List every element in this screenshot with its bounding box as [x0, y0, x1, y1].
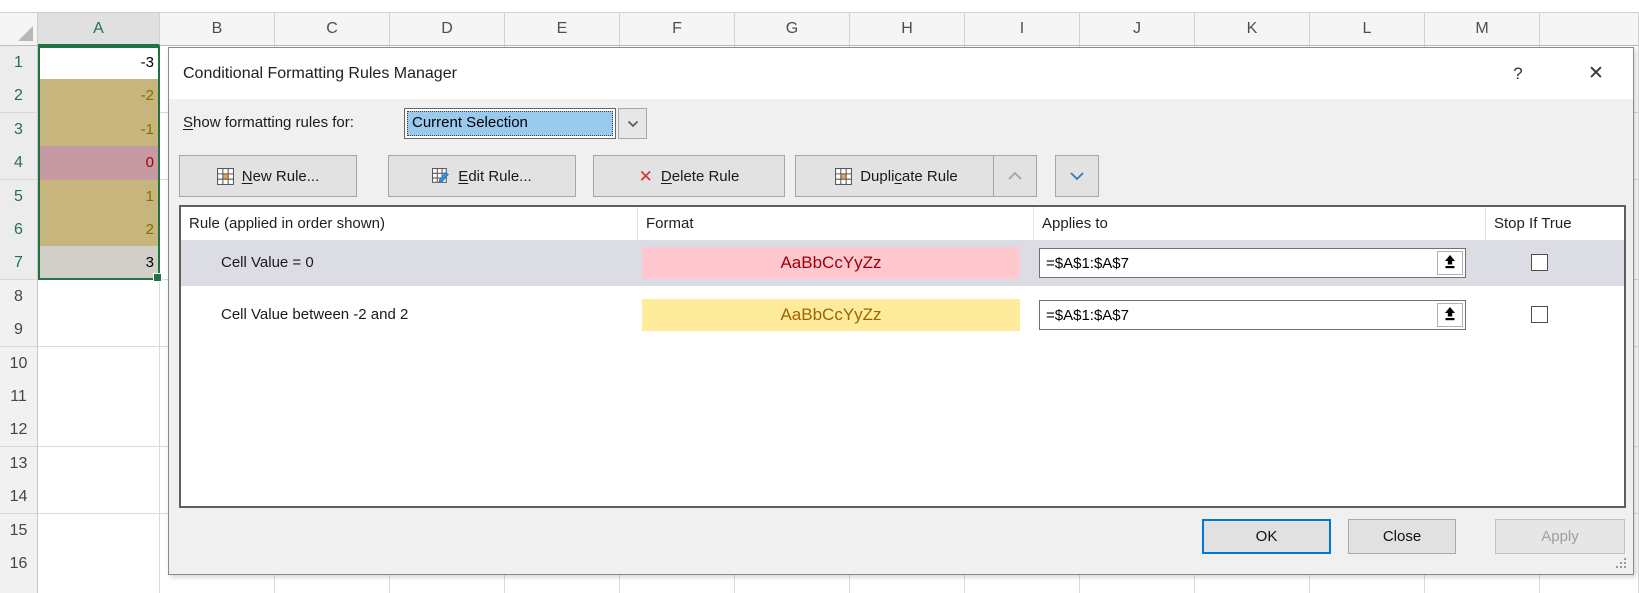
- cell-A9[interactable]: [38, 313, 160, 347]
- cell-A13[interactable]: [38, 447, 160, 481]
- row-header-2[interactable]: 2: [0, 79, 38, 113]
- rule-name: Cell Value between -2 and 2: [221, 292, 408, 338]
- row-header-13[interactable]: 13: [0, 447, 38, 481]
- row-header-3[interactable]: 3: [0, 113, 38, 147]
- applies-to-input[interactable]: [1039, 300, 1466, 330]
- cell-A10[interactable]: [38, 347, 160, 381]
- rules-list: Rule (applied in order shown) Format App…: [179, 205, 1626, 508]
- cell-A7[interactable]: 3: [38, 246, 160, 280]
- cell-A15[interactable]: [38, 514, 160, 548]
- range-selector-button[interactable]: [1437, 251, 1463, 275]
- row-header-9[interactable]: 9: [0, 313, 38, 347]
- header-rule: Rule (applied in order shown): [181, 207, 637, 240]
- cell-B[interactable]: [160, 580, 275, 593]
- cell-A6[interactable]: 2: [38, 213, 160, 247]
- cell-M[interactable]: [1425, 580, 1540, 593]
- delete-rule-button[interactable]: ✕ Delete Rule: [593, 155, 785, 197]
- range-selector-button[interactable]: [1437, 303, 1463, 327]
- cell-A2[interactable]: -2: [38, 79, 160, 113]
- row-header-4[interactable]: 4: [0, 146, 38, 180]
- cell-A3[interactable]: -1: [38, 113, 160, 147]
- cell-N[interactable]: [1540, 580, 1639, 593]
- dropdown-chevron-button[interactable]: [618, 108, 647, 139]
- help-icon[interactable]: ?: [1507, 48, 1529, 99]
- close-icon[interactable]: ✕: [1583, 48, 1609, 99]
- cell-G[interactable]: [735, 580, 850, 593]
- row-header-11[interactable]: 11: [0, 380, 38, 414]
- rules-list-header: Rule (applied in order shown) Format App…: [181, 207, 1624, 241]
- cell-L[interactable]: [1310, 580, 1425, 593]
- cell-A5[interactable]: 1: [38, 180, 160, 214]
- table-grid-icon: [217, 168, 234, 185]
- collapse-dialog-arrow-icon: [1443, 254, 1457, 272]
- rule-row-cell-value-0[interactable]: Cell Value = 0 AaBbCcYyZz: [181, 240, 1624, 286]
- cell-K[interactable]: [1195, 580, 1310, 593]
- excel-window: ABCDEFGHIJKLM 1-32-23-140516273891011121…: [0, 0, 1639, 593]
- show-rules-dropdown[interactable]: Current Selection: [404, 108, 616, 139]
- red-x-icon: ✕: [639, 168, 653, 185]
- row-header-5[interactable]: 5: [0, 180, 38, 214]
- row-header-15[interactable]: 15: [0, 514, 38, 548]
- applies-to-field: [1039, 248, 1466, 278]
- row-header-1[interactable]: 1: [0, 46, 38, 80]
- cell-F[interactable]: [620, 580, 735, 593]
- new-rule-button[interactable]: New Rule...: [179, 155, 357, 197]
- header-format: Format: [637, 207, 1033, 240]
- apply-button[interactable]: Apply: [1495, 519, 1625, 554]
- cell-H[interactable]: [850, 580, 965, 593]
- cell-E[interactable]: [505, 580, 620, 593]
- row-header-16[interactable]: 16: [0, 547, 38, 581]
- applies-to-field: [1039, 300, 1466, 330]
- close-button[interactable]: Close: [1348, 519, 1456, 554]
- cell-D[interactable]: [390, 580, 505, 593]
- dialog-titlebar: Conditional Formatting Rules Manager ? ✕: [169, 48, 1633, 99]
- cell-A14[interactable]: [38, 480, 160, 514]
- row-header-8[interactable]: 8: [0, 280, 38, 314]
- dropdown-selected-value: Current Selection: [407, 111, 613, 136]
- stop-if-true-checkbox[interactable]: [1531, 254, 1548, 271]
- move-rule-down-button[interactable]: [1055, 155, 1099, 197]
- chevron-down-icon: [1069, 171, 1085, 181]
- resize-grip[interactable]: [1614, 556, 1626, 568]
- row-header-12[interactable]: 12: [0, 413, 38, 447]
- row-header-partial[interactable]: [0, 580, 38, 593]
- cell-C[interactable]: [275, 580, 390, 593]
- rules-toolbar: New Rule... Edit Rule... ✕ Delete Rule D…: [169, 155, 1633, 197]
- row-header-14[interactable]: 14: [0, 480, 38, 514]
- cell-A4[interactable]: 0: [38, 146, 160, 180]
- header-stop-if-true: Stop If True: [1485, 207, 1624, 240]
- dialog-title: Conditional Formatting Rules Manager: [183, 48, 457, 99]
- header-applies-to: Applies to: [1033, 207, 1485, 240]
- rule-name: Cell Value = 0: [221, 240, 314, 286]
- applies-to-input[interactable]: [1039, 248, 1466, 278]
- cell-A16[interactable]: [38, 547, 160, 581]
- duplicate-rule-button[interactable]: Duplicate Rule: [795, 155, 998, 197]
- cell-A1[interactable]: -3: [38, 46, 160, 80]
- cell-A8[interactable]: [38, 280, 160, 314]
- show-rules-label: Show formatting rules for:: [183, 114, 354, 131]
- row-header-10[interactable]: 10: [0, 347, 38, 381]
- rule-row-cell-value-between[interactable]: Cell Value between -2 and 2 AaBbCcYyZz: [181, 292, 1624, 338]
- edit-rule-button[interactable]: Edit Rule...: [388, 155, 576, 197]
- chevron-up-icon: [1007, 171, 1023, 181]
- cell-I[interactable]: [965, 580, 1080, 593]
- cell-A12[interactable]: [38, 413, 160, 447]
- row-header-7[interactable]: 7: [0, 246, 38, 280]
- collapse-dialog-arrow-icon: [1443, 306, 1457, 324]
- format-preview: AaBbCcYyZz: [642, 299, 1020, 331]
- chevron-down-icon: [627, 115, 639, 133]
- move-rule-up-button[interactable]: [993, 155, 1037, 197]
- table-grid-icon: [835, 168, 852, 185]
- table-pencil-icon: [432, 168, 450, 185]
- row-header-6[interactable]: 6: [0, 213, 38, 247]
- ok-button[interactable]: OK: [1202, 519, 1331, 554]
- conditional-formatting-rules-manager-dialog: Conditional Formatting Rules Manager ? ✕…: [168, 47, 1634, 575]
- stop-if-true-checkbox[interactable]: [1531, 306, 1548, 323]
- format-preview: AaBbCcYyZz: [642, 247, 1020, 279]
- cell-A11[interactable]: [38, 380, 160, 414]
- cell-J[interactable]: [1080, 580, 1195, 593]
- cell-A[interactable]: [38, 580, 160, 593]
